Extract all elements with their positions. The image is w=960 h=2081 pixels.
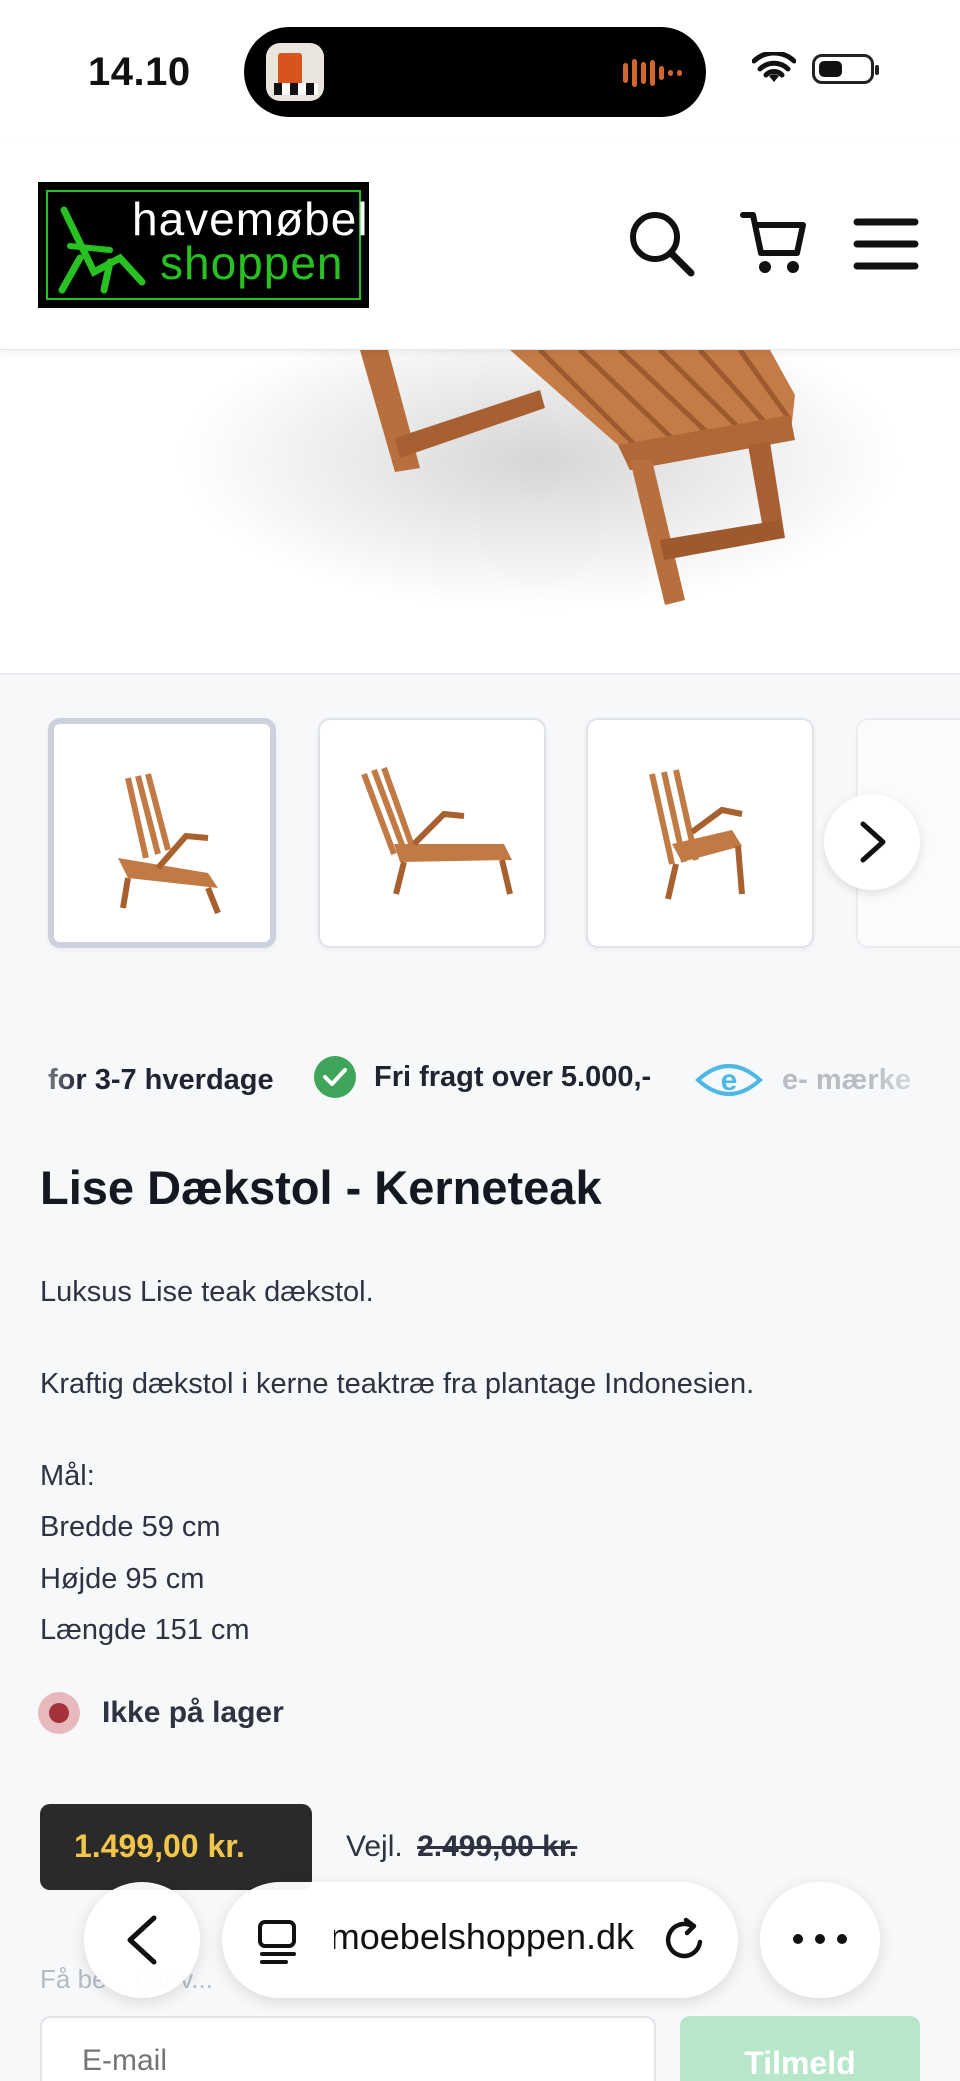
check-circle-icon [314,1056,356,1098]
logo-text-line2: shoppen [160,237,344,289]
dynamic-island[interactable] [244,27,706,117]
status-time: 14.10 [88,50,191,94]
browser-url[interactable]: havemoebelshoppen.dk [334,1916,634,1958]
stock-status: Ikke på lager [38,1692,284,1734]
site-header: havemøbel shoppen [0,140,960,350]
more-dots-icon [787,1931,853,1949]
emaerke-eye-icon: e [695,1064,763,1097]
stock-status-label: Ikke på lager [102,1696,284,1729]
tab-overview-icon[interactable] [254,1918,302,1966]
price-badge: 1.499,00 kr. [40,1804,312,1890]
email-field[interactable] [40,2016,656,2081]
product-description-line: Luksus Lise teak dækstol. [40,1276,374,1308]
subscribe-button[interactable]: Tilmeld [680,2016,920,2081]
dimension-width: Bredde 59 cm [40,1511,221,1543]
more-options-button[interactable] [760,1882,880,1998]
usp-free-shipping-label: Fri fragt over 5.000,- [374,1060,652,1093]
audio-wave-icon [623,59,682,87]
price-value: 1.499,00 kr. [74,1828,245,1864]
cart-icon[interactable] [738,208,810,280]
dimension-length: Længde 151 cm [40,1614,250,1646]
browser-back-button[interactable] [84,1882,200,1998]
thumbnail-3[interactable] [586,718,814,948]
dimension-height: Højde 95 cm [40,1563,205,1595]
battery-icon [812,54,879,84]
product-main-image[interactable] [0,350,960,675]
thumbnail-strip [0,718,960,950]
wifi-icon [752,52,796,82]
status-bar: 14.10 [0,0,960,140]
rrp-label: Vejl. [346,1830,403,1863]
thumbnail-2[interactable] [318,718,546,948]
recommended-price: Vejl. 2.499,00 kr. [346,1830,577,1864]
menu-icon[interactable] [850,208,922,280]
dimensions-heading: Mål: [40,1460,95,1492]
browser-address-bar[interactable]: havemoebelshoppen.dk [222,1882,738,1998]
stock-status-dot-icon [38,1692,80,1734]
thumbnail-1[interactable] [48,718,276,948]
search-icon[interactable] [626,208,698,280]
svg-text:e: e [721,1064,738,1097]
chevron-left-icon [127,1915,157,1965]
usp-free-shipping: Fri fragt over 5.000,- [314,1056,651,1098]
now-playing-app-icon[interactable] [266,43,324,101]
reload-icon[interactable] [660,1916,708,1964]
usp-strip: for 3-7 hverdage Fri fragt over 5.000,- … [0,1048,960,1112]
rrp-value: 2.499,00 kr. [417,1830,578,1863]
site-logo[interactable]: havemøbel shoppen [38,182,369,308]
thumbnail-next-button[interactable] [824,794,920,890]
usp-delivery: for 3-7 hverdage [48,1064,274,1096]
chevron-right-icon [860,821,886,863]
product-title: Lise Dækstol - Kerneteak [40,1161,602,1214]
product-description-line: Kraftig dækstol i kerne teaktræ fra plan… [40,1368,755,1400]
